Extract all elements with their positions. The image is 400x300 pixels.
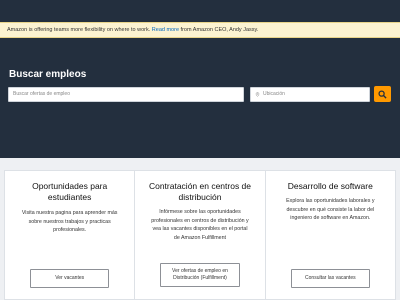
- card-title: Oportunidades para estudiantes: [32, 181, 108, 202]
- banner-text: Amazon is offering teams more flexibilit…: [7, 27, 151, 33]
- consult-vacancies-button[interactable]: Consultar las vacantes: [290, 269, 370, 288]
- card-software: Desarrollo de software Explora las oport…: [266, 171, 395, 299]
- location-placeholder: Ubicación: [263, 91, 285, 97]
- card-description: Infórmese sobre las oportunidades profes…: [151, 209, 249, 241]
- read-more-link[interactable]: Read more: [152, 27, 179, 33]
- fulfillment-jobs-button[interactable]: Ver ofertas de empleo en Distribución (F…: [160, 263, 240, 287]
- top-nav-bar: [0, 0, 400, 22]
- location-input[interactable]: Ubicación: [250, 87, 370, 102]
- card-title: Desarrollo de software: [287, 181, 373, 191]
- card-title: Contratación en centros de distribución: [148, 181, 252, 202]
- search-title: Buscar empleos: [9, 69, 87, 80]
- map-pin-icon: [255, 92, 260, 97]
- banner-text-end: from Amazon CEO, Andy Jassy.: [180, 27, 259, 33]
- view-vacancies-button[interactable]: Ver vacantes: [30, 269, 110, 288]
- announcement-banner: Amazon is offering teams more flexibilit…: [0, 22, 400, 38]
- keyword-search-input[interactable]: Buscar ofertas de empleo: [8, 87, 244, 102]
- job-categories: Oportunidades para estudiantes Visita nu…: [4, 170, 396, 300]
- card-fulfillment: Contratación en centros de distribución …: [135, 171, 266, 299]
- search-button[interactable]: [374, 86, 391, 102]
- search-icon: [378, 90, 387, 99]
- card-description: Visita nuestra pagina para aprender más …: [21, 210, 118, 234]
- search-hero: Buscar empleos Buscar ofertas de empleo …: [0, 38, 400, 158]
- card-description: Explora las oportunidades laborales y de…: [286, 198, 375, 222]
- card-students: Oportunidades para estudiantes Visita nu…: [5, 171, 136, 299]
